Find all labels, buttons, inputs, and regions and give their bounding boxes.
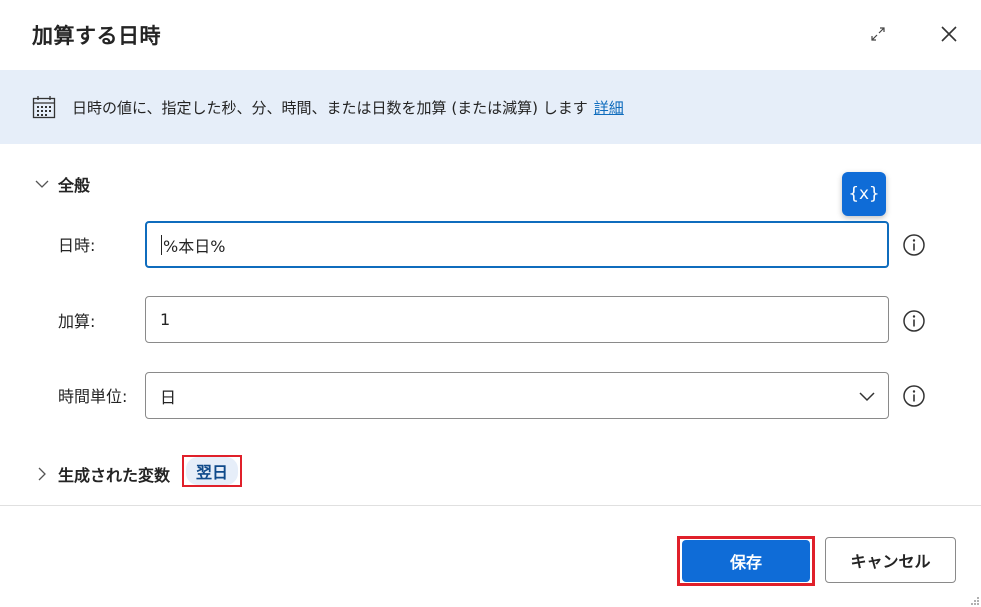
time-unit-value: 日 [160, 387, 177, 407]
info-icon[interactable] [902, 309, 926, 333]
add-label: 加算: [58, 312, 96, 331]
cancel-button[interactable]: キャンセル [825, 537, 956, 583]
info-text: 日時の値に、指定した秒、分、時間、または日数を加算 (または減算) します [72, 99, 588, 117]
general-section-label: 全般 [58, 176, 91, 195]
footer-divider [0, 505, 981, 506]
variable-picker-button[interactable]: {x} [842, 172, 886, 216]
add-datetime-dialog: 加算する日時 日時の値に、指定した秒、分、時間、または日数を加算 (または減算)… [0, 0, 981, 607]
datetime-input[interactable]: %本日% [145, 221, 889, 268]
generated-variables-label: 生成された変数 [58, 466, 171, 485]
expand-icon [871, 27, 885, 41]
general-section-toggle[interactable]: 全般 [34, 172, 90, 196]
info-description: 日時の値に、指定した秒、分、時間、または日数を加算 (または減算) します 詳細 [72, 97, 624, 118]
chevron-right-icon [38, 467, 46, 481]
more-info-link[interactable]: 詳細 [594, 99, 624, 117]
save-button[interactable]: 保存 [682, 540, 810, 582]
close-button[interactable] [936, 21, 962, 47]
close-icon [941, 26, 957, 42]
info-bar: 日時の値に、指定した秒、分、時間、または日数を加算 (または減算) します 詳細 [0, 70, 981, 144]
info-icon[interactable] [902, 384, 926, 408]
generated-variable-chip[interactable]: 翌日 [182, 455, 242, 487]
datetime-value: %本日% [163, 236, 226, 256]
datetime-label: 日時: [58, 236, 96, 255]
add-input[interactable]: 1 [145, 296, 889, 343]
generated-variable-name: 翌日 [185, 457, 238, 485]
text-caret [161, 234, 162, 255]
chevron-down-icon [859, 392, 875, 402]
info-icon[interactable] [902, 233, 926, 257]
time-unit-select[interactable]: 日 [145, 372, 889, 419]
resize-grip-icon[interactable] [968, 594, 980, 606]
calendar-icon [32, 96, 56, 119]
add-value: 1 [160, 310, 171, 329]
chevron-down-icon [35, 180, 49, 188]
time-unit-label: 時間単位: [58, 387, 128, 406]
expand-button[interactable] [866, 22, 890, 46]
generated-variables-toggle[interactable]: 生成された変数 [34, 462, 170, 486]
dialog-title: 加算する日時 [32, 24, 161, 48]
